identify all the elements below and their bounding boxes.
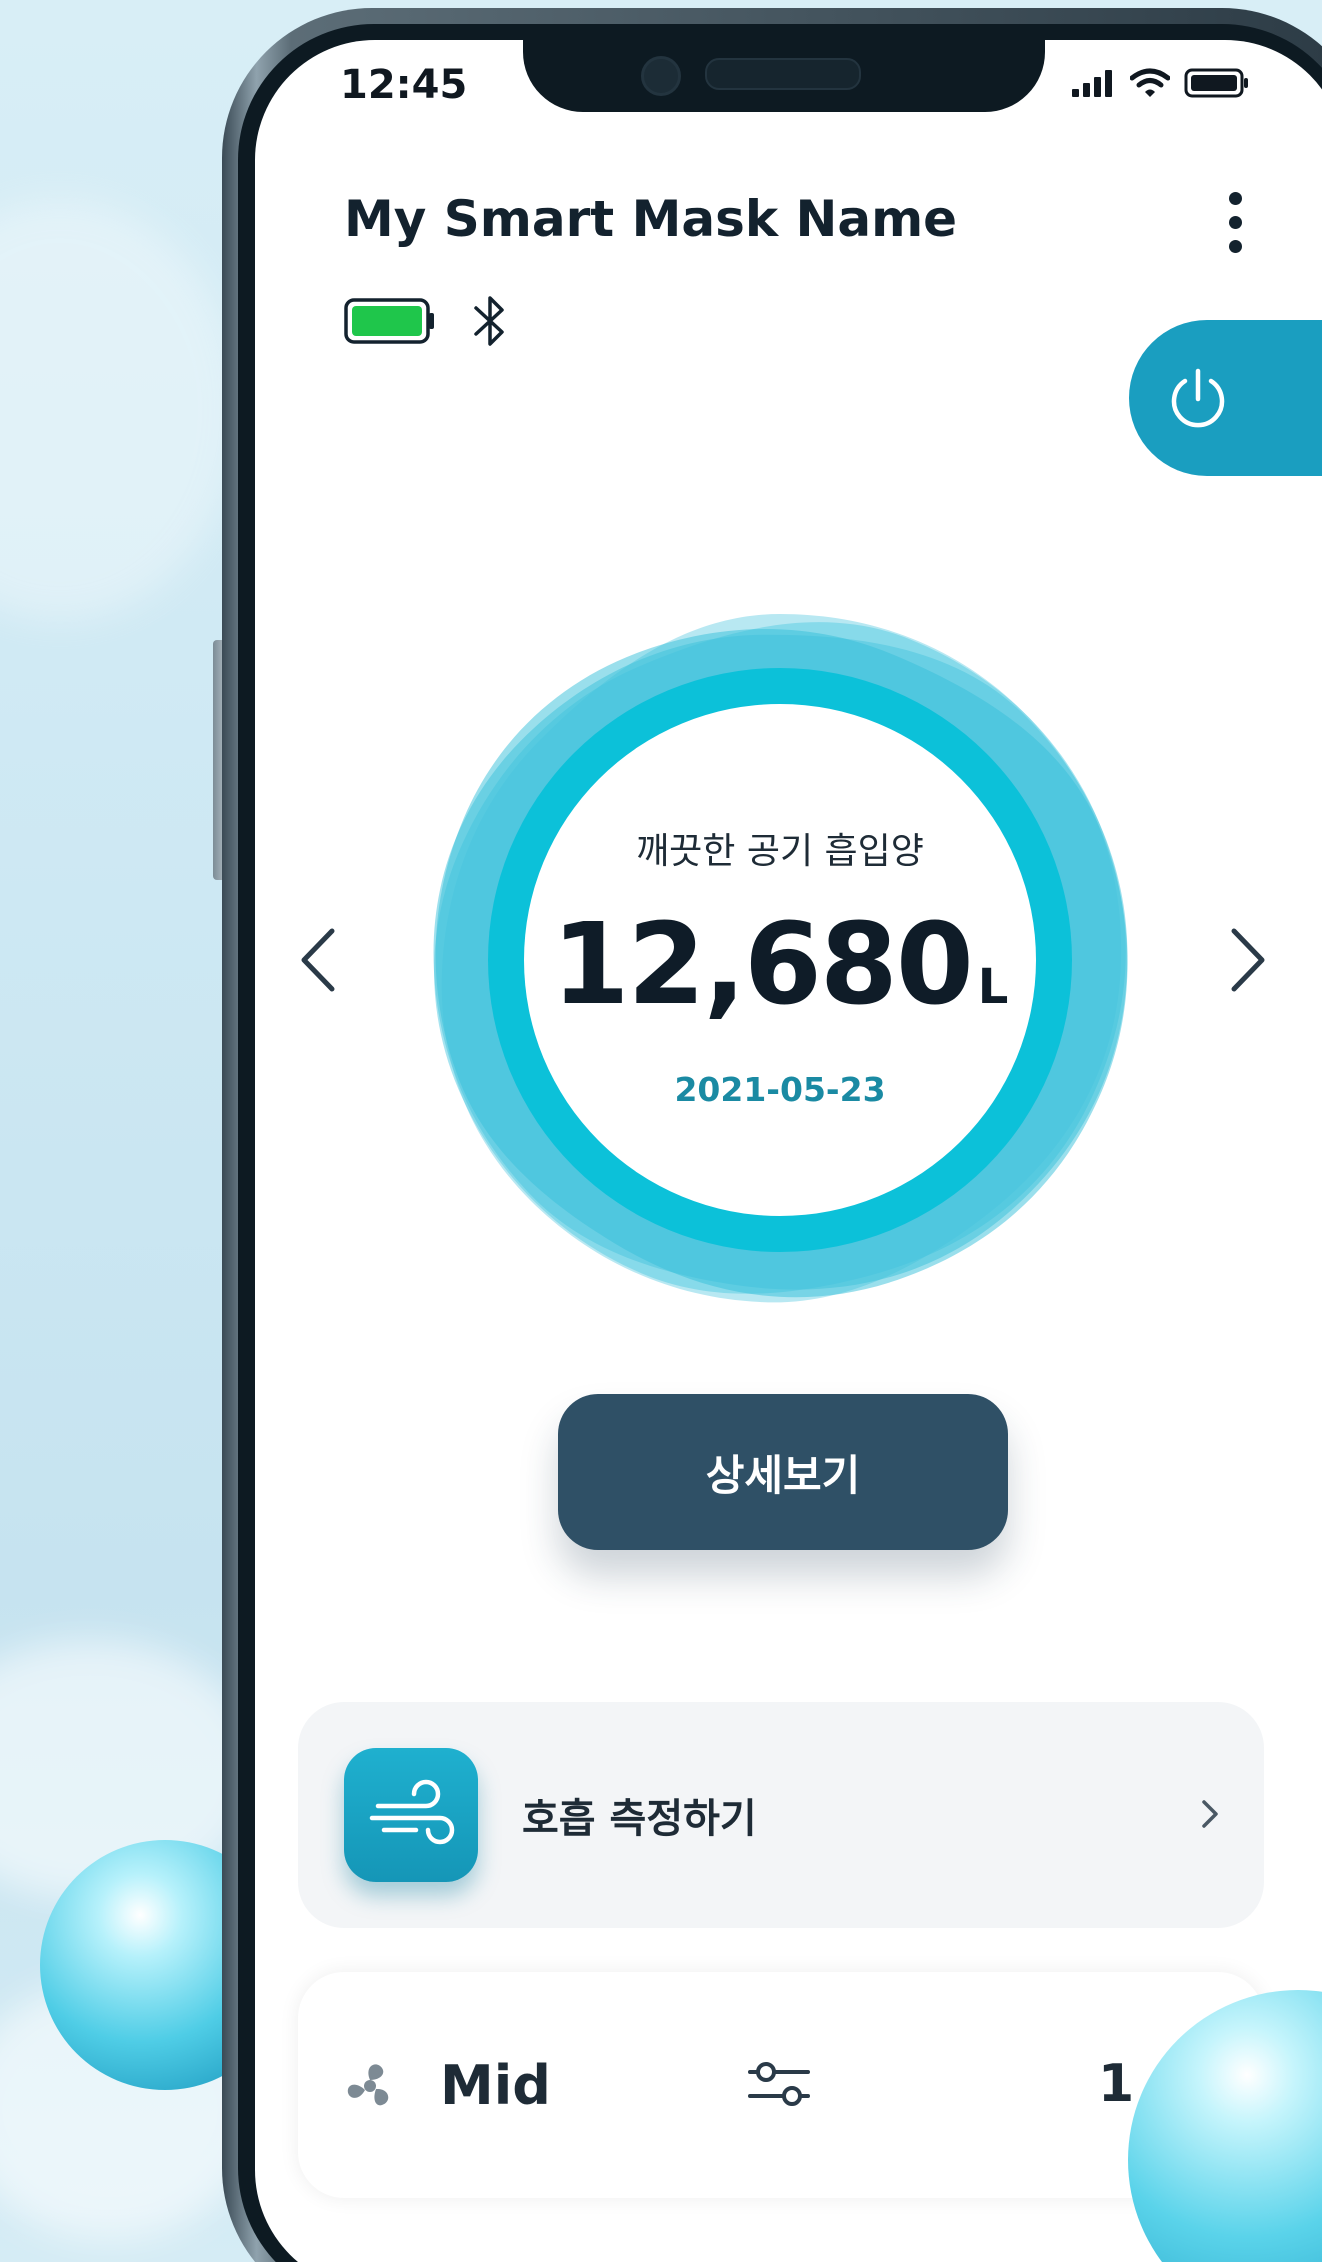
fan-count-value: 1: [1098, 2054, 1135, 2114]
gauge-label: 깨끗한 공기 흡입양: [636, 831, 924, 872]
breath-icon-tile: [344, 1748, 478, 1882]
gauge-value: 12,680 L: [420, 900, 1140, 1030]
chevron-left-icon[interactable]: [296, 925, 340, 995]
status-time: 12:45: [340, 62, 468, 108]
fan-mode-value: Mid: [440, 2054, 551, 2117]
bluetooth-icon: [474, 296, 504, 346]
gauge-date: 2021-05-23: [674, 1070, 886, 1109]
breath-measure-label: 호흡 측정하기: [522, 1796, 757, 1842]
chevron-right-icon[interactable]: [1226, 925, 1270, 995]
battery-icon: [344, 298, 434, 344]
app-screenshot: 12:45 My Smart Mask Name 깨끗한 공기 흡입양 12,6…: [0, 0, 1322, 2262]
wind-icon: [369, 1779, 455, 1845]
fan-icon: [347, 2064, 389, 2106]
more-icon[interactable]: [1220, 190, 1250, 254]
device-name: My Smart Mask Name: [344, 190, 958, 248]
front-camera: [641, 56, 681, 96]
gauge-unit: L: [977, 959, 1009, 1015]
phone-notch: [523, 26, 1045, 112]
wifi-icon: [1130, 68, 1170, 97]
earpiece-speaker: [705, 58, 861, 90]
gauge-number: 12,680: [551, 900, 974, 1030]
background-cloud: [0, 200, 240, 620]
power-icon[interactable]: [1163, 365, 1233, 435]
chevron-right-icon[interactable]: [1198, 1796, 1222, 1832]
slider-icon[interactable]: [746, 2056, 812, 2112]
gauge-readout: 깨끗한 공기 흡입양 12,680 L 2021-05-23: [420, 600, 1140, 1320]
status-icons: [1072, 68, 1250, 98]
signal-icon: [1072, 70, 1112, 97]
status-battery-icon: [1184, 68, 1248, 98]
detail-button[interactable]: 상세보기: [558, 1394, 1008, 1550]
